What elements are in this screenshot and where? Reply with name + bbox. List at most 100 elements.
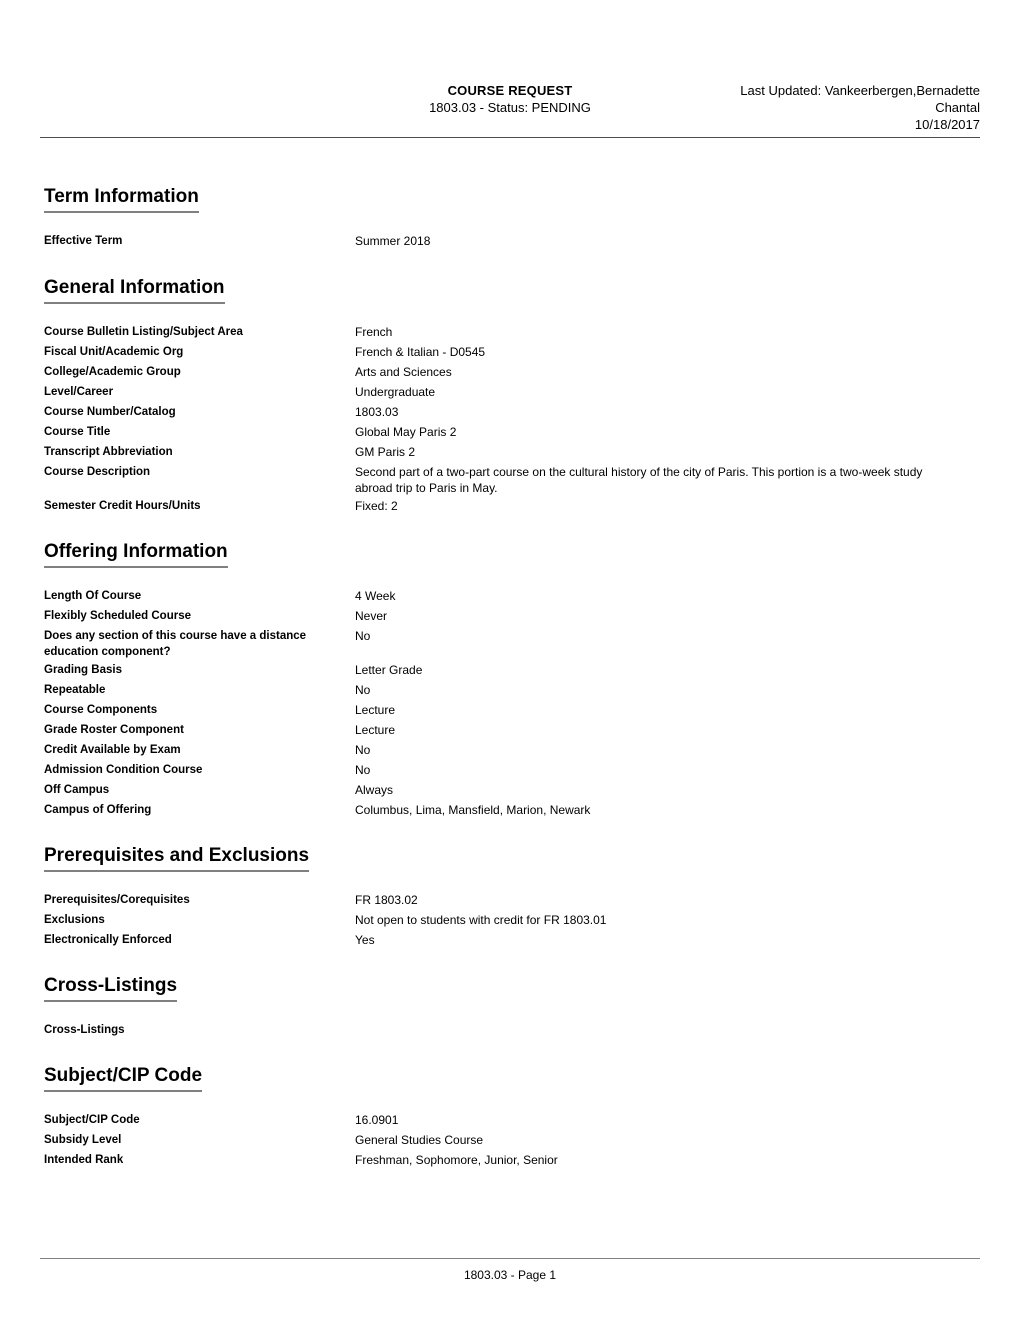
section-offering-information: Offering Information Length Of Course 4 We… — [44, 541, 980, 820]
field-value: Never — [355, 609, 388, 623]
footer-page-label: 1803.03 - Page 1 — [463, 1268, 557, 1282]
field-label: Admission Condition Course — [44, 764, 203, 776]
field-label: Length Of Course — [44, 590, 142, 602]
field-row: Does any section of this course have a d… — [44, 626, 980, 660]
section-prerequisites-and-exclusions: Prerequisites and Exclusions Prerequisite… — [44, 845, 980, 950]
document-page: COURSE REQUEST 1803.03 - Status: PENDING… — [0, 0, 1020, 1320]
field-row: Transcript Abbreviation GM Paris 2 — [44, 442, 980, 462]
footer-divider — [40, 1258, 980, 1259]
section-rows: Cross-Listings — [44, 1020, 980, 1040]
field-row: Prerequisites/Corequisites FR 1803.02 — [44, 890, 980, 910]
field-value: FR 1803.02 — [355, 893, 418, 907]
field-value: No — [355, 683, 371, 697]
field-label: Does any section of this course have a d… — [44, 630, 307, 658]
field-label: Fiscal Unit/Academic Org — [44, 346, 184, 358]
field-label: Exclusions — [44, 914, 105, 926]
field-value: Always — [355, 783, 394, 797]
field-value: Lecture — [355, 703, 396, 717]
field-row: Subsidy Level General Studies Course — [44, 1130, 980, 1150]
field-label: Intended Rank — [44, 1154, 124, 1166]
field-row: Electronically Enforced Yes — [44, 930, 980, 950]
section-rows: Effective Term Summer 2018 — [44, 231, 980, 251]
section-heading: General Information — [44, 277, 225, 304]
field-label: Course Components — [44, 704, 158, 716]
field-label: Course Number/Catalog — [44, 406, 176, 418]
field-value: Fixed: 2 — [355, 499, 398, 513]
section-rows: Length Of Course 4 Week Flexibly Scheduled… — [44, 586, 980, 820]
field-row: Effective Term Summer 2018 — [44, 231, 980, 251]
last-updated-name-line2: Chantal — [935, 100, 980, 115]
field-row: Grading Basis Letter Grade — [44, 660, 980, 680]
field-row: Course Number/Catalog 1803.03 — [44, 402, 980, 422]
document-header: COURSE REQUEST 1803.03 - Status: PENDING… — [40, 82, 980, 134]
field-label: Subject/CIP Code — [44, 1114, 140, 1126]
field-label: Level/Career — [44, 386, 114, 398]
section-cross-listings: Cross-Listings Cross-Listings — [44, 975, 980, 1040]
field-row: Campus of Offering Columbus, Lima, Mansfi… — [44, 800, 980, 820]
field-row: Subject/CIP Code 16.0901 — [44, 1110, 980, 1130]
last-updated-date: 10/18/2017 — [914, 117, 980, 132]
header-last-updated-block: Last Updated: Vankeerbergen,Bernadette C… — [550, 82, 980, 133]
field-value: Lecture — [355, 723, 396, 737]
field-row: Semester Credit Hours/Units Fixed: 2 — [44, 496, 980, 516]
field-value: French & Italian - D0545 — [355, 345, 486, 359]
field-label: Credit Available by Exam — [44, 744, 181, 756]
field-value: Columbus, Lima, Mansfield, Marion, Newar… — [355, 803, 591, 817]
section-rows: Subject/CIP Code 16.0901 Subsidy Level Gene… — [44, 1110, 980, 1170]
field-row: Repeatable No — [44, 680, 980, 700]
field-row: Course Description Second part of a two-p… — [44, 462, 980, 496]
header-divider — [40, 137, 980, 138]
field-value: Freshman, Sophomore, Junior, Senior — [355, 1153, 558, 1167]
field-row: Level/Career Undergraduate — [44, 382, 980, 402]
field-label: Subsidy Level — [44, 1134, 122, 1146]
field-value: Undergraduate — [355, 385, 436, 399]
field-value: No — [355, 743, 371, 757]
field-value: GM Paris 2 — [355, 445, 416, 459]
field-value: No — [355, 629, 371, 643]
field-row: Cross-Listings — [44, 1020, 980, 1040]
section-general-information: General Information Course Bulletin Listi… — [44, 277, 980, 516]
field-label: Electronically Enforced — [44, 934, 172, 946]
field-row: Intended Rank Freshman, Sophomore, Junior… — [44, 1150, 980, 1170]
field-value: Second part of a two-part course on the … — [355, 465, 923, 495]
field-label: Off Campus — [44, 784, 110, 796]
field-label: Cross-Listings — [44, 1024, 125, 1036]
field-value: Not open to students with credit for FR … — [355, 913, 607, 927]
field-value: 1803.03 — [355, 405, 399, 419]
field-value: Global May Paris 2 — [355, 425, 457, 439]
field-label: Grading Basis — [44, 664, 122, 676]
field-label: Transcript Abbreviation — [44, 446, 173, 458]
field-row: Course Bulletin Listing/Subject Area Fren… — [44, 322, 980, 342]
field-row: Admission Condition Course No — [44, 760, 980, 780]
field-label: Course Description — [44, 466, 151, 478]
field-row: Flexibly Scheduled Course Never — [44, 606, 980, 626]
field-row: Exclusions Not open to students with cred… — [44, 910, 980, 930]
section-heading: Term Information — [44, 186, 199, 213]
field-row: Grade Roster Component Lecture — [44, 720, 980, 740]
section-heading: Cross-Listings — [44, 975, 178, 1002]
field-row: Course Title Global May Paris 2 — [44, 422, 980, 442]
section-term-information: Term Information Effective Term Summer 201… — [44, 186, 980, 251]
field-value: General Studies Course — [355, 1133, 484, 1147]
field-value: No — [355, 763, 371, 777]
field-row: Credit Available by Exam No — [44, 740, 980, 760]
field-label: Flexibly Scheduled Course — [44, 610, 191, 622]
field-value: 4 Week — [355, 589, 396, 603]
field-label: Semester Credit Hours/Units — [44, 500, 201, 512]
field-label: Course Bulletin Listing/Subject Area — [44, 326, 243, 338]
field-row: Length Of Course 4 Week — [44, 586, 980, 606]
section-heading: Prerequisites and Exclusions — [44, 845, 310, 872]
field-label: College/Academic Group — [44, 366, 181, 378]
field-row: Course Components Lecture — [44, 700, 980, 720]
section-rows: Course Bulletin Listing/Subject Area Fren… — [44, 322, 980, 516]
section-heading: Subject/CIP Code — [44, 1065, 203, 1092]
field-value: Arts and Sciences — [355, 365, 452, 379]
last-updated-name-line1: Last Updated: Vankeerbergen,Bernadette — [740, 83, 980, 98]
field-value: Yes — [355, 933, 375, 947]
field-value: French — [355, 325, 393, 339]
section-subject-cip-code: Subject/CIP Code Subject/CIP Code 16.0901 S… — [44, 1065, 980, 1170]
section-rows: Prerequisites/Corequisites FR 1803.02 Excl… — [44, 890, 980, 950]
section-heading: Offering Information — [44, 541, 228, 568]
field-label: Grade Roster Component — [44, 724, 184, 736]
field-value: Summer 2018 — [355, 234, 431, 248]
